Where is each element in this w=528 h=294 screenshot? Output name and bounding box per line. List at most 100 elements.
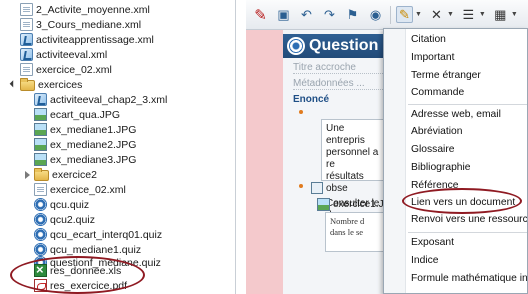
menu-item-bibliographie[interactable]: Bibliographie: [411, 162, 471, 176]
table-text-line: dans le se: [330, 227, 364, 237]
menu-item-renvoi-ressource[interactable]: Renvoi vers une ressource: [411, 214, 527, 228]
redo-icon[interactable]: ↷: [321, 6, 338, 23]
tree-item-label: activiteeval.xml: [36, 48, 108, 61]
tree-item-label: exercice2: [52, 168, 97, 181]
undo-icon[interactable]: ↶: [298, 6, 315, 23]
paragraph-line: résultats obse: [326, 171, 364, 194]
highlight-icon[interactable]: ✎: [396, 6, 413, 23]
block-marker-icon: [299, 184, 303, 188]
tree-item[interactable]: ex_mediane3.JPG: [34, 152, 136, 167]
mark-icon[interactable]: ◉: [367, 6, 384, 23]
tree-item[interactable]: 2_Activite_moyenne.xml: [20, 2, 150, 17]
tree-item[interactable]: exercice_02.xml: [20, 62, 112, 77]
folder-icon: [20, 78, 35, 91]
image-reference[interactable]: exercice1.JP: [317, 198, 390, 211]
menu-separator: [408, 104, 527, 105]
tree-item-label: qcu.quiz: [50, 198, 90, 211]
menu-item-terme-etranger[interactable]: Terme étranger: [411, 70, 481, 84]
paragraph-line: personnel a re: [326, 147, 379, 170]
menu-item-glossaire[interactable]: Glossaire: [411, 144, 455, 158]
tree-item[interactable]: qcu_ecart_interq01.quiz: [34, 227, 162, 242]
tree-item-label: 2_Activite_moyenne.xml: [36, 3, 150, 16]
pen-icon[interactable]: ✎: [252, 6, 269, 24]
menu-item-adresse-web[interactable]: Adresse web, email: [411, 109, 501, 123]
tree-item-label: ecart_qua.JPG: [50, 108, 121, 121]
tree-folder-exercice2[interactable]: exercice2: [23, 167, 97, 182]
menu-item-lien-document[interactable]: Lien vers un document: [411, 197, 515, 211]
editor-gutter: [246, 30, 283, 294]
tree-item-label: qcu2.quiz: [50, 213, 95, 226]
menu-item-citation[interactable]: Citation: [411, 34, 446, 48]
tree-item[interactable]: qcu2.quiz: [34, 212, 95, 227]
tree-item-label: res_exercice.pdf: [50, 279, 128, 292]
chevron-down-icon[interactable]: ▼: [415, 11, 422, 18]
table-preview[interactable]: Nombre d dans le se: [325, 212, 387, 252]
file-tree-panel[interactable]: 2_Activite_moyenne.xml 3_Cours_mediane.x…: [0, 0, 236, 294]
section-enonce: Enoncé: [293, 94, 330, 105]
chevron-down-icon[interactable]: ▼: [479, 11, 486, 18]
image-label: exercice1.JP: [333, 199, 391, 210]
doc-icon: [20, 18, 33, 31]
insert-inline-menu[interactable]: Citation Important Terme étranger Comman…: [383, 28, 528, 294]
tree-item-label: qcu_mediane1.quiz: [50, 243, 142, 256]
tree-item[interactable]: ex_mediane1.JPG: [34, 122, 136, 137]
save-icon[interactable]: ▣: [275, 6, 292, 23]
title-placeholder-field[interactable]: Titre accroche: [293, 62, 383, 74]
pdf-icon: [34, 279, 47, 292]
tree-item-label: ex_mediane1.JPG: [50, 123, 137, 136]
xml-doc-icon: [20, 3, 33, 16]
tree-item[interactable]: qcu.quiz: [34, 197, 89, 212]
table-text-line: Nombre d: [330, 216, 365, 226]
question-title: Question: [309, 37, 379, 54]
menu-gutter: [384, 29, 406, 293]
doc-icon: [20, 63, 33, 76]
image-icon: [34, 123, 47, 136]
tree-item[interactable]: 3_Cours_mediane.xml: [20, 17, 141, 32]
tree-item[interactable]: ecart_qua.JPG: [34, 107, 120, 122]
tree-item[interactable]: ex_mediane2.JPG: [34, 137, 136, 152]
tree-item-label: qcu_ecart_interq01.quiz: [50, 228, 163, 241]
activity-xml-icon: [34, 93, 47, 106]
menu-item-commande[interactable]: Commande: [411, 87, 464, 101]
expand-arrow-icon[interactable]: [9, 80, 18, 89]
tree-item[interactable]: activiteeval_chap2_3.xml: [34, 92, 167, 107]
chevron-down-icon[interactable]: ▼: [447, 11, 454, 18]
menu-separator: [408, 232, 527, 233]
folder-icon: [34, 168, 49, 181]
table-icon[interactable]: ▦: [492, 6, 509, 23]
menu-item-indice[interactable]: Indice: [411, 255, 438, 269]
chevron-down-icon[interactable]: ▼: [511, 11, 518, 18]
tree-item-label: activiteapprentissage.xml: [36, 33, 154, 46]
doc-icon: [34, 183, 47, 196]
list-icon[interactable]: ☰: [460, 6, 477, 23]
menu-item-exposant[interactable]: Exposant: [411, 237, 454, 251]
tree-item-label: 3_Cours_mediane.xml: [36, 18, 142, 31]
tree-item-label: exercice_02.xml: [50, 183, 126, 196]
tree-item-res-exercice[interactable]: res_exercice.pdf: [34, 278, 127, 293]
tree-item-label: res_donnee.xls: [50, 264, 122, 277]
toolbar-separator: [390, 5, 391, 24]
menu-item-abreviation[interactable]: Abréviation: [411, 126, 463, 140]
tree-item-res-donnee[interactable]: res_donnee.xls: [34, 262, 122, 278]
paragraph-line: Une entrepris: [326, 123, 365, 146]
quiz-icon: [34, 213, 47, 226]
clear-format-icon[interactable]: ✕: [428, 6, 445, 23]
bookmark-icon[interactable]: ⚑: [344, 6, 361, 23]
menu-item-formule[interactable]: Formule mathématique inte: [411, 273, 527, 287]
excel-icon: [34, 262, 47, 277]
image-icon: [34, 138, 47, 151]
metadata-placeholder-field[interactable]: Métadonnées ...: [293, 78, 383, 90]
tree-item[interactable]: exercice_02.xml: [34, 182, 126, 197]
tree-item[interactable]: activiteapprentissage.xml: [20, 32, 154, 47]
tree-item[interactable]: activiteeval.xml: [20, 47, 107, 62]
tree-item-label: ex_mediane3.JPG: [50, 153, 137, 166]
editor-toolbar: ✎ ▣ ↶ ↷ ⚑ ◉ ✎ ▼ ✕ ▼ ☰ ▼ ▦ ▼: [246, 0, 528, 30]
tree-item-label: activiteeval_chap2_3.xml: [50, 93, 168, 106]
paragraph-block[interactable]: Une entrepris personnel a re résultats o…: [321, 119, 391, 221]
menu-item-reference[interactable]: Référence: [411, 180, 459, 194]
menu-item-important[interactable]: Important: [411, 52, 455, 66]
question-icon: [287, 37, 305, 55]
collapse-arrow-icon[interactable]: [23, 170, 32, 179]
image-icon: [34, 153, 47, 166]
tree-folder-exercices[interactable]: exercices: [9, 77, 82, 92]
